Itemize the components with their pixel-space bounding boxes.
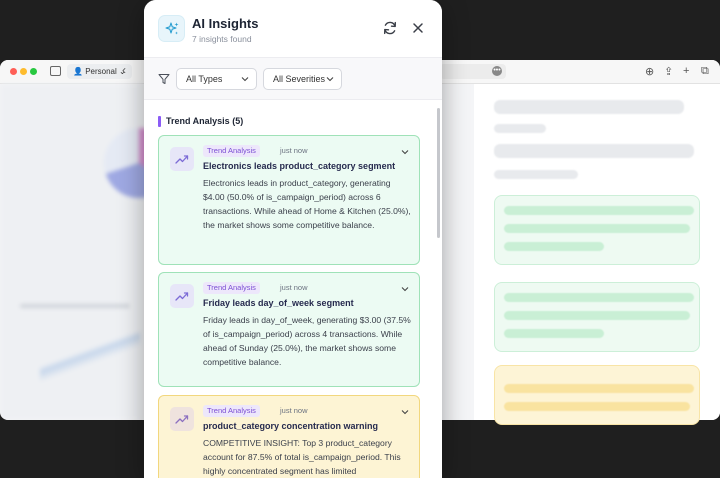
skeleton-line [494, 170, 578, 179]
chevron-down-icon[interactable] [401, 149, 409, 155]
timestamp: just now [280, 146, 308, 155]
insight-title: Friday leads day_of_week segment [203, 298, 354, 308]
severity-filter-select[interactable]: All Severities [263, 68, 342, 90]
timestamp: just now [280, 406, 308, 415]
share-icon[interactable]: ⇪ [664, 65, 673, 78]
skeleton-line [504, 293, 694, 302]
skeleton-line [504, 206, 694, 215]
close-icon[interactable] [410, 20, 426, 36]
profile-label: Personal [85, 67, 117, 76]
trending-up-icon [170, 284, 194, 308]
new-tab-icon[interactable]: + [683, 65, 689, 77]
skeleton-line [504, 384, 694, 393]
blurred-dashboard [0, 84, 174, 420]
close-window-button[interactable] [10, 68, 17, 75]
blurred-line-chart [40, 324, 140, 394]
type-badge: Trend Analysis [203, 405, 260, 417]
panel-header: AI Insights 7 insights found [144, 0, 442, 58]
tabs-overview-icon[interactable]: ⧉ [701, 65, 709, 78]
insight-card[interactable]: Trend Analysis just now Electronics lead… [158, 135, 420, 265]
skeleton-line [494, 124, 546, 133]
refresh-icon[interactable] [382, 20, 398, 36]
trending-up-icon [170, 147, 194, 171]
section-title: Trend Analysis (5) [166, 116, 244, 126]
sparkles-icon [158, 15, 185, 42]
insight-body: Friday leads in day_of_week, generating … [203, 315, 411, 367]
insight-title: Electronics leads product_category segme… [203, 161, 396, 171]
severity-filter-value: All Severities [273, 74, 326, 84]
skeleton-line [504, 329, 604, 338]
filter-icon [158, 72, 170, 90]
scrollbar-thumb[interactable] [437, 108, 440, 238]
minimize-window-button[interactable] [20, 68, 27, 75]
download-icon[interactable]: ⊕ [645, 65, 654, 78]
skeleton-line [494, 100, 684, 114]
chevron-down-icon [241, 77, 249, 82]
skeleton-line [504, 224, 690, 233]
panel-title: AI Insights [192, 16, 259, 31]
chevron-down-icon [326, 77, 334, 82]
skeleton-line [504, 242, 604, 251]
maximize-window-button[interactable] [30, 68, 37, 75]
person-icon: 👤 [73, 67, 83, 76]
ai-insights-panel: AI Insights 7 insights found All Types A… [144, 0, 442, 478]
insight-body: COMPETITIVE INSIGHT: Top 3 product_categ… [203, 438, 401, 476]
more-icon[interactable]: ••• [492, 66, 502, 76]
skeleton-line [494, 144, 694, 158]
chevron-down-icon[interactable] [401, 409, 409, 415]
skeleton-line [504, 311, 690, 320]
back-button[interactable]: ‹ [122, 63, 126, 77]
insight-card[interactable]: Trend Analysis just now Friday leads day… [158, 272, 420, 387]
timestamp: just now [280, 283, 308, 292]
section-accent-bar [158, 116, 161, 127]
skeleton-card [494, 365, 700, 425]
type-badge: Trend Analysis [203, 282, 260, 294]
insights-count: 7 insights found [192, 34, 252, 44]
chevron-down-icon[interactable] [401, 286, 409, 292]
trending-up-icon [170, 407, 194, 431]
type-filter-value: All Types [186, 74, 223, 84]
blurred-text [20, 304, 130, 308]
insight-title: product_category concentration warning [203, 421, 379, 431]
sidebar-toggle-icon[interactable] [50, 66, 61, 76]
insight-card[interactable]: Trend Analysis just now product_category… [158, 395, 420, 478]
insight-body: Electronics leads in product_category, g… [203, 178, 411, 230]
filter-bar: All Types All Severities [144, 58, 442, 100]
skeleton-line [504, 402, 690, 411]
type-filter-select[interactable]: All Types [176, 68, 257, 90]
type-badge: Trend Analysis [203, 145, 260, 157]
